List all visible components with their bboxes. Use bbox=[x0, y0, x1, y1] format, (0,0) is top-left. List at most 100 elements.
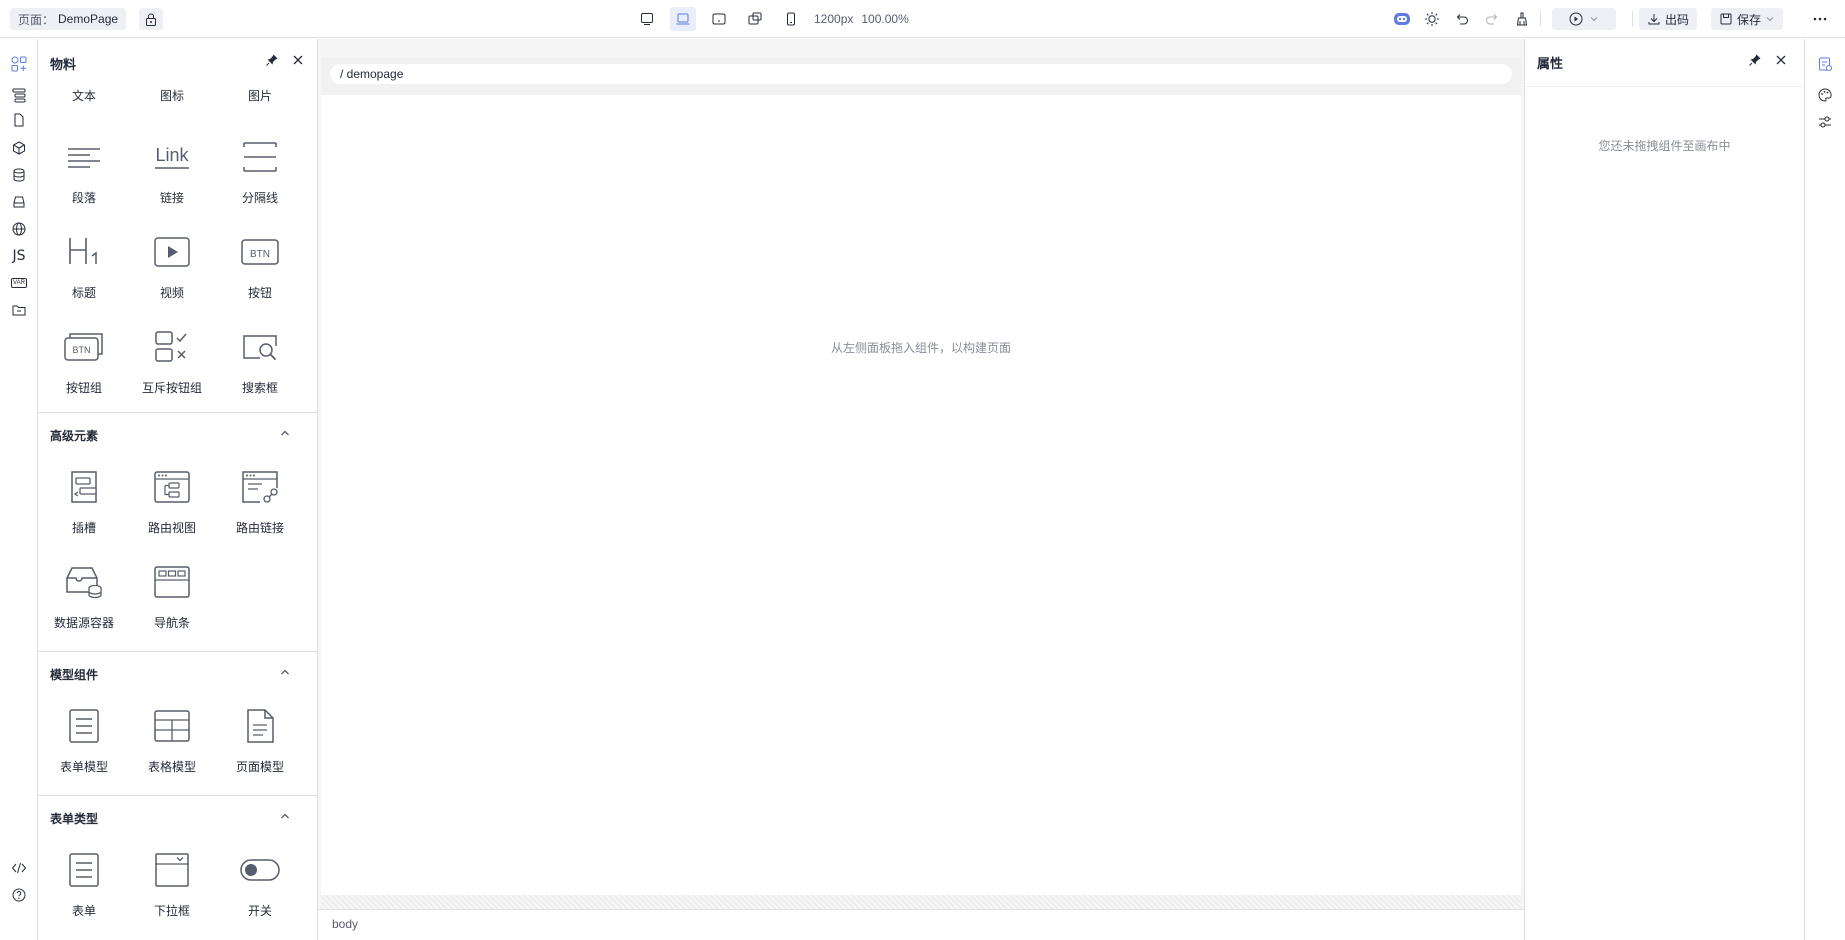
variables-button[interactable]: VAR bbox=[7, 271, 31, 295]
material-item-select[interactable]: 下拉框 bbox=[128, 840, 216, 935]
redo-button[interactable] bbox=[1480, 7, 1504, 31]
canvas-resize-handle[interactable] bbox=[321, 895, 1521, 909]
materials-plugin-button[interactable] bbox=[7, 52, 31, 76]
material-item-search-box[interactable]: 搜索框 bbox=[216, 317, 304, 412]
material-label: 导航条 bbox=[153, 616, 190, 630]
material-item-link[interactable]: Link 链接 bbox=[128, 127, 216, 222]
section-form-types: 表单类型 表单 下拉框 开关 bbox=[38, 795, 317, 935]
page-selector[interactable]: 页面： DemoPage bbox=[10, 8, 127, 30]
datasource-button[interactable] bbox=[7, 163, 31, 187]
schema-code-button[interactable] bbox=[7, 856, 31, 880]
material-item-button[interactable]: BTN 按钮 bbox=[216, 222, 304, 317]
material-item-navbar[interactable]: 导航条 bbox=[128, 552, 216, 647]
clean-button[interactable] bbox=[1510, 7, 1534, 31]
globe-icon bbox=[12, 222, 26, 236]
resources-button[interactable] bbox=[7, 298, 31, 322]
material-item[interactable]: 图片 bbox=[216, 87, 304, 127]
styles-tab-button[interactable] bbox=[1813, 83, 1837, 107]
pin-icon[interactable] bbox=[265, 53, 279, 67]
material-item-exclusive-button-group[interactable]: 互斥按钮组 bbox=[128, 317, 216, 412]
play-icon bbox=[1569, 12, 1583, 26]
advanced-tab-button[interactable] bbox=[1813, 110, 1837, 134]
material-item-heading[interactable]: 标题 bbox=[40, 222, 128, 317]
model-components-grid: 表单模型 表格模型 页面模型 bbox=[38, 696, 317, 791]
desktop-device-button[interactable] bbox=[634, 7, 660, 31]
node-path-body[interactable]: body bbox=[332, 917, 358, 931]
robot-icon bbox=[1394, 13, 1410, 25]
material-item-paragraph[interactable]: 段落 bbox=[40, 127, 128, 222]
canvas-page[interactable] bbox=[321, 57, 1521, 895]
close-icon[interactable] bbox=[291, 53, 305, 67]
route-bar: / demopage bbox=[321, 57, 1521, 95]
material-item-divider[interactable]: 分隔线 bbox=[216, 127, 304, 222]
props-tab-button[interactable] bbox=[1813, 52, 1837, 76]
section-header[interactable]: 高级元素 bbox=[38, 413, 317, 457]
material-item-form[interactable]: 表单 bbox=[40, 840, 128, 935]
publish-button[interactable]: 出码 bbox=[1639, 8, 1698, 30]
laptop-icon bbox=[676, 13, 690, 25]
section-title: 表单类型 bbox=[50, 811, 99, 826]
left-plugin-rail: JS VAR bbox=[0, 39, 38, 940]
material-item-slot[interactable]: 插槽 bbox=[40, 457, 128, 552]
state-manager-button[interactable] bbox=[7, 190, 31, 214]
block-manager-button[interactable] bbox=[7, 136, 31, 160]
material-item[interactable]: 图标 bbox=[128, 87, 216, 127]
material-item-video[interactable]: 视频 bbox=[128, 222, 216, 317]
more-button[interactable] bbox=[1808, 7, 1832, 31]
page-manager-button[interactable] bbox=[7, 108, 31, 132]
chevron-down-icon bbox=[1590, 17, 1598, 22]
i18n-button[interactable] bbox=[7, 217, 31, 241]
materials-header: 物料 bbox=[38, 39, 317, 87]
download-icon bbox=[1648, 14, 1660, 25]
material-item-switch[interactable]: 开关 bbox=[216, 840, 304, 935]
material-item-router-link[interactable]: 路由链接 bbox=[216, 457, 304, 552]
desktop-icon bbox=[641, 13, 653, 25]
undo-button[interactable] bbox=[1450, 7, 1474, 31]
material-item-button-group[interactable]: BTN 按钮组 bbox=[40, 317, 128, 412]
material-item-datasource-container[interactable]: 数据源容器 bbox=[40, 552, 128, 647]
material-item-router-view[interactable]: 路由视图 bbox=[128, 457, 216, 552]
form-icon bbox=[69, 853, 99, 887]
theme-toggle-button[interactable] bbox=[1420, 7, 1444, 31]
canvas-width-readout: 1200px bbox=[814, 12, 854, 26]
page-icon bbox=[14, 113, 24, 127]
tablet-rotate-icon bbox=[748, 12, 762, 25]
database-icon bbox=[13, 168, 25, 182]
material-label: 开关 bbox=[247, 904, 272, 918]
outline-tree-button[interactable] bbox=[7, 83, 31, 107]
material-item[interactable]: 文本 bbox=[40, 87, 128, 127]
table-model-icon bbox=[154, 710, 190, 742]
material-label: 表格模型 bbox=[147, 760, 196, 774]
save-button[interactable]: 保存 bbox=[1711, 8, 1784, 30]
tablet-landscape-button[interactable] bbox=[706, 7, 732, 31]
section-header[interactable]: 表单类型 bbox=[38, 796, 317, 840]
cube-icon bbox=[13, 141, 25, 155]
material-item-table-model[interactable]: 表格模型 bbox=[128, 696, 216, 791]
right-settings-rail bbox=[1805, 39, 1845, 940]
material-item-form-model[interactable]: 表单模型 bbox=[40, 696, 128, 791]
close-icon[interactable] bbox=[1774, 53, 1788, 67]
laptop-device-button[interactable] bbox=[670, 7, 696, 31]
tablet-rotate-button[interactable] bbox=[742, 7, 768, 31]
advanced-components-grid: 插槽 路由视图 路由链接 数据源容器 导航条 bbox=[38, 457, 317, 647]
help-button[interactable] bbox=[7, 883, 31, 907]
pin-icon[interactable] bbox=[1748, 53, 1762, 67]
sliders-icon bbox=[1819, 116, 1831, 128]
lock-icon bbox=[146, 13, 156, 26]
mobile-device-button[interactable] bbox=[778, 7, 804, 31]
material-label: 按钮组 bbox=[65, 381, 102, 395]
section-header[interactable]: 模型组件 bbox=[38, 652, 317, 696]
preview-button[interactable] bbox=[1552, 8, 1616, 30]
mobile-icon bbox=[787, 12, 795, 26]
basic-components-grid: 段落 Link 链接 分隔线 标题 视频 BTN 按钮 BTN 按钮组 互斥按钮… bbox=[38, 127, 317, 412]
lock-button[interactable] bbox=[139, 8, 163, 30]
script-button[interactable]: JS bbox=[7, 244, 31, 268]
ai-assistant-button[interactable] bbox=[1390, 7, 1414, 31]
material-item-page-model[interactable]: 页面模型 bbox=[216, 696, 304, 791]
top-toolbar: 页面： DemoPage 1200px 100.00% 出码 保存 bbox=[0, 0, 1845, 38]
publish-label: 出码 bbox=[1665, 12, 1690, 27]
router-link-icon bbox=[242, 471, 278, 503]
material-label: 搜索框 bbox=[241, 381, 278, 395]
canvas-empty-hint: 从左侧面板拖入组件，以构建页面 bbox=[830, 341, 1011, 355]
material-label: 数据源容器 bbox=[53, 616, 114, 630]
